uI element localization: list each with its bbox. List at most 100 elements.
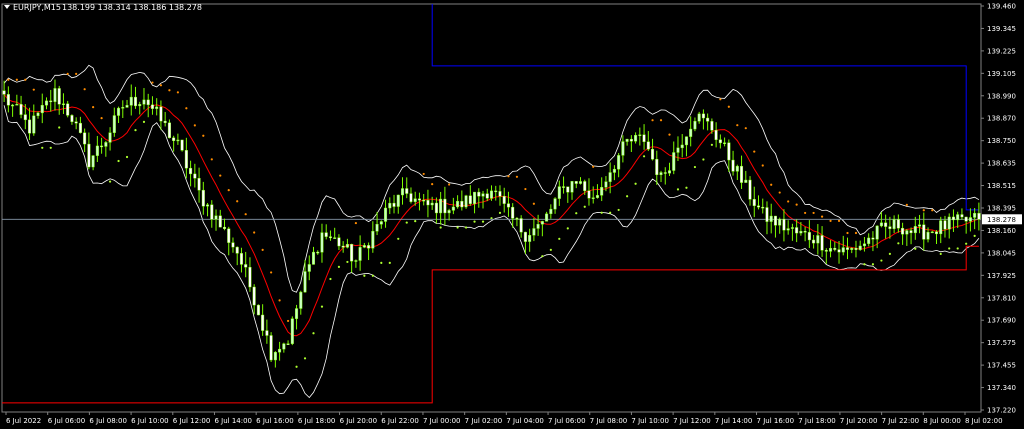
psar-dot-green — [439, 226, 442, 229]
candle-bull — [625, 138, 629, 142]
psar-dot-orange — [592, 165, 595, 168]
candle-bull — [926, 231, 930, 240]
y-tick-label: 137.340 — [987, 384, 1016, 392]
triangle-down-icon[interactable] — [4, 5, 10, 9]
candle-bull — [769, 215, 773, 222]
candle-bear — [460, 200, 464, 208]
candle-bull — [121, 107, 125, 109]
psar-dot-green — [897, 242, 900, 245]
candle-bull — [36, 112, 40, 117]
candle-bear — [757, 205, 761, 208]
candle-bull — [290, 318, 294, 344]
psar-dot-orange — [719, 98, 722, 101]
psar-dot-orange — [846, 231, 849, 235]
candle-bull — [570, 181, 574, 193]
symbol-label: EURJPY,M15 — [13, 3, 61, 12]
candle-bull — [892, 219, 896, 229]
psar-dot-orange — [795, 203, 798, 206]
psar-dot-green — [676, 188, 680, 191]
candle-bear — [511, 206, 515, 219]
candle-bull — [379, 221, 383, 225]
psar-dot-orange — [922, 209, 925, 212]
candle-bull — [307, 264, 311, 272]
candle-bull — [155, 106, 159, 109]
candle-bear — [159, 106, 163, 122]
psar-dot-orange — [92, 106, 95, 109]
candle-bull — [40, 104, 44, 114]
candle-bear — [888, 226, 892, 229]
candle-bull — [95, 145, 99, 156]
candle-bear — [197, 178, 201, 191]
psar-dot-orange — [837, 219, 841, 222]
candle-bull — [320, 232, 324, 253]
psar-dot-green — [888, 252, 891, 255]
candle-bear — [562, 186, 566, 188]
candle-bear — [189, 167, 193, 175]
candle-bull — [557, 186, 561, 199]
candle-bull — [939, 220, 943, 235]
psar-dot-orange — [7, 78, 10, 81]
candle-bear — [405, 188, 409, 194]
psar-dot-orange — [659, 119, 663, 122]
candle-bull — [388, 202, 392, 209]
candle-bull — [32, 115, 36, 134]
y-tick-label: 138.990 — [987, 92, 1016, 100]
candle-bear — [642, 134, 646, 142]
candle-bull — [553, 198, 557, 210]
candle-bear — [951, 216, 955, 221]
y-tick-label: 138.045 — [987, 249, 1016, 257]
candle-bull — [918, 224, 922, 227]
x-tick-label: 6 Jul 2022 — [6, 417, 41, 425]
psar-dot-green — [125, 155, 129, 159]
candle-bull — [545, 213, 549, 222]
candle-bear — [884, 222, 888, 227]
psar-dot-orange — [761, 164, 764, 167]
psar-dot-green — [371, 274, 374, 277]
psar-dot-green — [702, 158, 705, 161]
chart[interactable]: 139.460 139.345 139.225 139.105 138.990 138.8… — [0, 0, 1024, 429]
candle-bull — [697, 113, 701, 122]
candle-bear — [261, 314, 265, 331]
y-tick-label: 138.395 — [987, 205, 1016, 213]
candle-bear — [909, 230, 913, 234]
candle-bear — [901, 227, 905, 235]
psar-dot-green — [498, 211, 502, 214]
candle-bull — [634, 135, 638, 142]
candle-bull — [299, 291, 303, 309]
candle-bear — [807, 232, 811, 241]
psar-dot-orange — [219, 174, 222, 177]
candle-bull — [973, 213, 977, 218]
channel-upper-line — [431, 4, 979, 211]
x-tick-label: 7 Jul 16:00 — [757, 417, 795, 425]
candle-bull — [473, 191, 477, 204]
candle-bear — [506, 203, 510, 208]
psar-dot-green — [880, 259, 883, 262]
candle-bear — [231, 242, 235, 248]
candle-bear — [409, 193, 413, 202]
y-tick-label: 138.870 — [987, 115, 1016, 123]
candle-bull — [447, 210, 451, 214]
candle-bull — [875, 225, 879, 240]
candle-bull — [456, 200, 460, 208]
candle-bull — [206, 204, 210, 207]
psar-dot-orange — [202, 134, 205, 137]
candle-bull — [371, 231, 375, 249]
psar-dot-orange — [100, 117, 103, 120]
candle-bull — [439, 198, 443, 214]
candle-bull — [362, 245, 366, 248]
psar-dot-green — [49, 146, 52, 149]
ohlc-label: 138.199 138.314 138.186 138.278 — [62, 3, 202, 12]
candle-bull — [312, 251, 316, 265]
candle-bull — [947, 216, 951, 230]
chart-canvas[interactable]: 139.460 139.345 139.225 139.105 138.990 138.8… — [0, 0, 1024, 429]
psar-dot-green — [337, 265, 341, 268]
x-tick-label: 6 Jul 16:00 — [256, 417, 294, 425]
candle-bull — [608, 172, 612, 182]
psar-dot-orange — [812, 211, 815, 215]
candle-bear — [133, 96, 137, 107]
candle-bull — [345, 244, 349, 248]
candle-bear — [87, 143, 91, 168]
candle-bull — [536, 224, 540, 229]
candle-bull — [816, 235, 820, 244]
psar-dot-green — [609, 211, 612, 214]
